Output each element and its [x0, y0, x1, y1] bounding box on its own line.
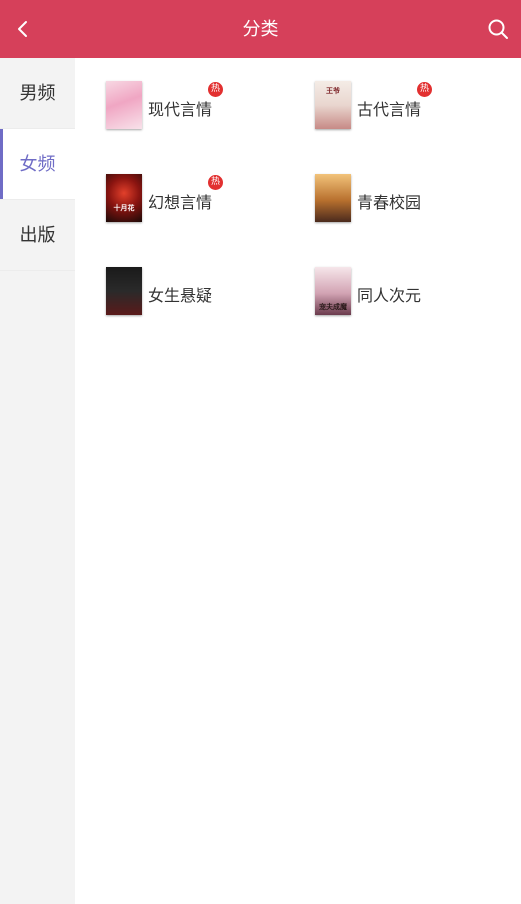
category-item-fantasy-romance[interactable]: 十月花 幻想言情 热	[106, 174, 306, 226]
search-button[interactable]	[485, 16, 511, 42]
book-cover: 十月花	[106, 174, 142, 222]
category-label: 现代言情	[148, 100, 213, 119]
book-cover	[106, 81, 142, 129]
search-icon	[488, 19, 508, 39]
book-cover: 宠夫成魔	[315, 267, 351, 315]
book-cover	[106, 267, 142, 315]
sidebar-item-label: 出版	[19, 225, 56, 246]
sidebar-item-female[interactable]: 女频	[0, 129, 75, 200]
category-item-campus[interactable]: 青春校园	[315, 174, 515, 226]
page-title: 分类	[242, 19, 279, 40]
app-header: 分类	[0, 0, 521, 58]
sidebar-item-label: 女频	[19, 154, 56, 175]
category-label: 古代言情	[357, 100, 422, 119]
hot-badge: 热	[417, 82, 432, 97]
category-grid: 现代言情 热 王爷 古代言情 热 十月花 幻想言情 热 青春校园 女生悬疑 宠夫…	[75, 58, 521, 904]
category-label: 女生悬疑	[148, 286, 213, 305]
category-item-fan-fiction[interactable]: 宠夫成魔 同人次元	[315, 267, 515, 319]
book-cover: 王爷	[315, 81, 351, 129]
book-cover	[315, 174, 351, 222]
hot-badge: 热	[208, 82, 223, 97]
app-root: 分类 男频 女频 出版 现代言情 热 王爷 古代言情 热 十月花 幻想言情 热 …	[0, 0, 521, 904]
sidebar: 男频 女频 出版	[0, 58, 75, 904]
sidebar-item-male[interactable]: 男频	[0, 58, 75, 129]
category-label: 同人次元	[357, 286, 422, 305]
sidebar-item-label: 男频	[19, 83, 56, 104]
sidebar-item-publish[interactable]: 出版	[0, 200, 75, 271]
category-item-ancient-romance[interactable]: 王爷 古代言情 热	[315, 81, 515, 133]
category-item-modern-romance[interactable]: 现代言情 热	[106, 81, 306, 133]
category-label: 青春校园	[357, 193, 422, 212]
hot-badge: 热	[208, 175, 223, 190]
category-item-suspense[interactable]: 女生悬疑	[106, 267, 306, 319]
category-label: 幻想言情	[148, 193, 213, 212]
